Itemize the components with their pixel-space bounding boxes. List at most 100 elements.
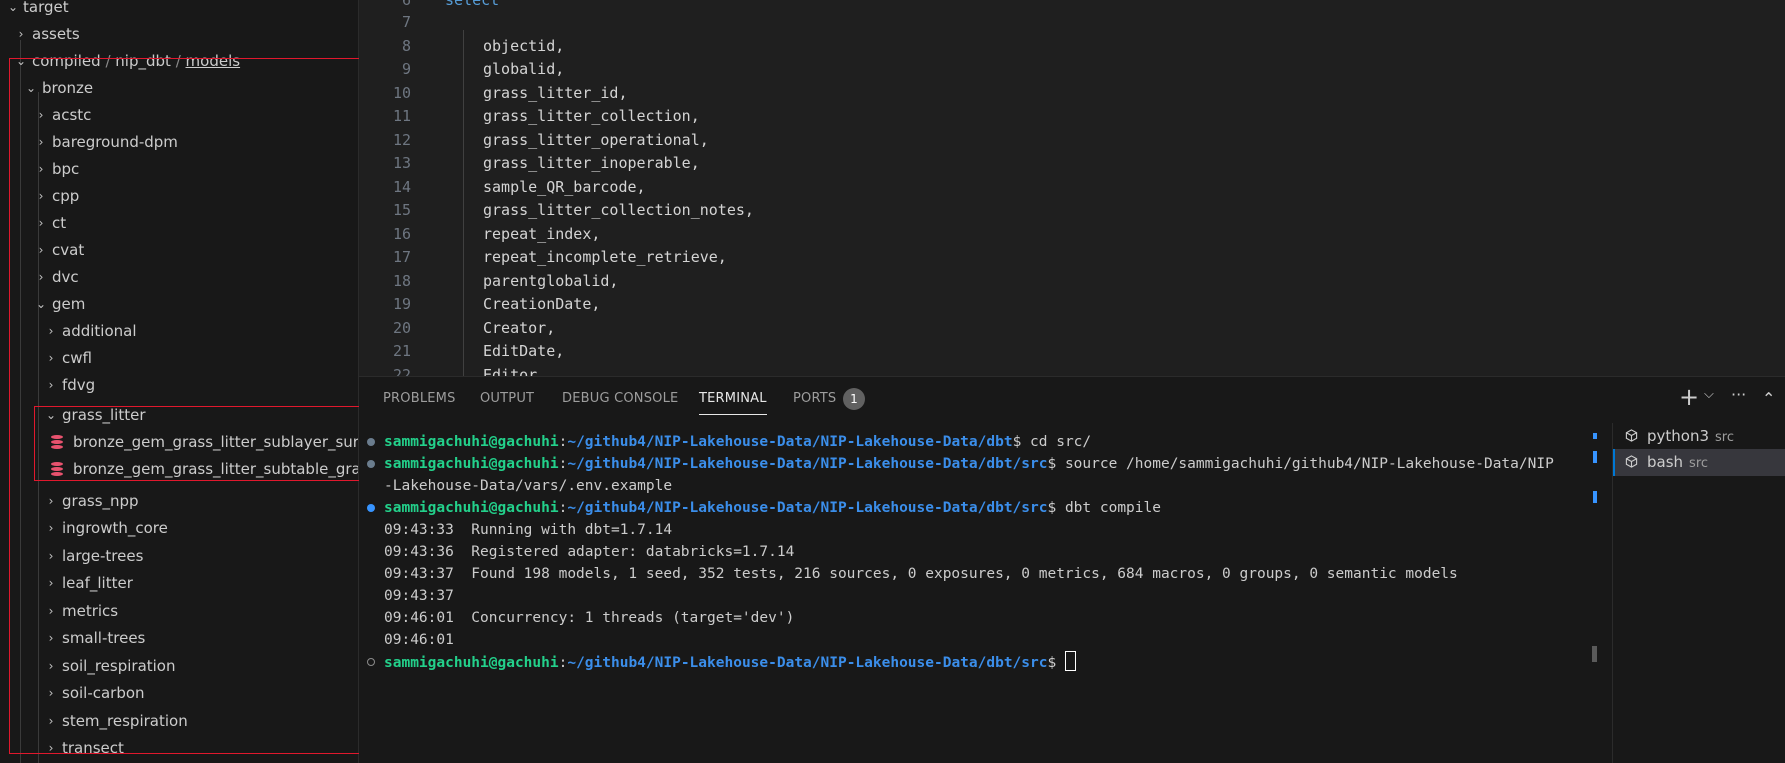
line-number: 19 bbox=[392, 295, 411, 313]
command-decoration-icon[interactable] bbox=[367, 438, 375, 446]
tree-item-sublayer-file[interactable]: bronze_gem_grass_litter_sublayer_sur... bbox=[0, 429, 358, 456]
terminal-command bbox=[1056, 655, 1065, 671]
tab-debug-console[interactable]: DEBUG CONSOLE bbox=[562, 391, 678, 406]
line-number: 22 bbox=[392, 366, 411, 377]
terminal-scrollbar[interactable] bbox=[1592, 646, 1597, 662]
tree-item-soil-carbon[interactable]: › soil-carbon bbox=[0, 680, 358, 707]
command-decoration-icon[interactable] bbox=[367, 460, 375, 468]
terminal-command: source /home/sammigachuhi/github4/NIP-La… bbox=[1056, 456, 1554, 472]
line-number: 7 bbox=[401, 13, 411, 31]
tree-item-fdvg[interactable]: › fdvg bbox=[0, 372, 358, 399]
panel-tab-bar: PROBLEMS OUTPUT DEBUG CONSOLE TERMINAL P… bbox=[359, 377, 1785, 423]
tree-item-stem-respiration[interactable]: › stem_respiration bbox=[0, 708, 358, 735]
new-terminal-button[interactable]: + bbox=[1679, 383, 1699, 411]
chevron-right-icon: › bbox=[48, 604, 54, 618]
chevron-right-icon: › bbox=[48, 659, 54, 673]
terminal-line: sammigachuhi@gachuhi:~/github4/NIP-Lakeh… bbox=[384, 651, 1076, 673]
chevron-right-icon: › bbox=[38, 216, 44, 230]
code-text: grass_litter_collection_notes, bbox=[483, 201, 754, 219]
terminal-cube-icon bbox=[1625, 455, 1638, 468]
tree-item-target[interactable]: ⌄ target bbox=[0, 0, 358, 21]
tree-item-cvat[interactable]: › cvat bbox=[0, 237, 358, 264]
tree-item-small-trees[interactable]: › small-trees bbox=[0, 625, 358, 652]
terminal-session-bash[interactable]: bash src bbox=[1613, 449, 1785, 476]
tab-terminal[interactable]: TERMINAL bbox=[699, 391, 767, 415]
line-number: 11 bbox=[392, 107, 411, 125]
chevron-down-icon: ⌄ bbox=[15, 54, 27, 68]
tree-item-metrics[interactable]: › metrics bbox=[0, 598, 358, 625]
chevron-right-icon: › bbox=[48, 576, 54, 590]
chevron-down-icon: ⌄ bbox=[35, 297, 47, 311]
path-segment-compiled: compiled bbox=[32, 52, 101, 70]
tree-item-ingrowth-core[interactable]: › ingrowth_core bbox=[0, 515, 358, 542]
terminal-line: 09:43:37 bbox=[384, 588, 454, 604]
chevron-right-icon: › bbox=[48, 686, 54, 700]
ports-count-badge: 1 bbox=[843, 388, 865, 410]
tree-item-cpp[interactable]: › cpp bbox=[0, 183, 358, 210]
tree-item-large-trees[interactable]: › large-trees bbox=[0, 543, 358, 570]
collapse-panel-button[interactable]: ⌃ bbox=[1762, 389, 1775, 408]
tree-item-transect[interactable]: › transect bbox=[0, 735, 358, 762]
prompt-user: sammigachuhi@gachuhi bbox=[384, 500, 559, 516]
tree-item-bronze[interactable]: ⌄ bronze bbox=[0, 75, 358, 102]
terminal-line: 09:46:01 bbox=[384, 632, 454, 648]
tree-item-cwfl[interactable]: › cwfl bbox=[0, 345, 358, 372]
tree-item-assets[interactable]: › assets bbox=[0, 21, 358, 48]
line-number: 14 bbox=[392, 178, 411, 196]
tree-item-dvc[interactable]: › dvc bbox=[0, 264, 358, 291]
path-separator: / bbox=[175, 52, 181, 70]
terminal-session-cwd: src bbox=[1689, 456, 1709, 471]
tree-item-soil-respiration[interactable]: › soil_respiration bbox=[0, 653, 358, 680]
tree-item-ct[interactable]: › ct bbox=[0, 210, 358, 237]
code-text: Editor, bbox=[483, 366, 547, 377]
chevron-right-icon: › bbox=[38, 243, 44, 257]
command-decoration-icon[interactable] bbox=[367, 658, 375, 666]
tab-ports[interactable]: PORTS bbox=[793, 391, 836, 406]
tree-item-grass-npp[interactable]: › grass_npp bbox=[0, 488, 358, 515]
more-actions-button[interactable]: ··· bbox=[1731, 385, 1746, 404]
scrollbar-marker bbox=[1593, 433, 1597, 439]
line-number: 9 bbox=[401, 60, 411, 78]
terminal-cube-icon bbox=[1625, 429, 1638, 442]
path-separator: / bbox=[105, 52, 111, 70]
code-text: grass_litter_collection, bbox=[483, 107, 700, 125]
terminal-line: sammigachuhi@gachuhi:~/github4/NIP-Lakeh… bbox=[384, 434, 1092, 450]
terminal-command: dbt compile bbox=[1056, 500, 1161, 516]
tab-problems[interactable]: PROBLEMS bbox=[383, 391, 456, 406]
chevron-right-icon: › bbox=[48, 351, 54, 365]
tree-item-grass-litter[interactable]: ⌄ grass_litter bbox=[0, 402, 358, 429]
code-text: sample_QR_barcode, bbox=[483, 178, 646, 196]
prompt-path: ~/github4/NIP-Lakehouse-Data/NIP-Lakehou… bbox=[567, 456, 1048, 472]
terminal-session-python3[interactable]: python3 src bbox=[1613, 423, 1785, 450]
tree-item-subtable-file[interactable]: bronze_gem_grass_litter_subtable_gra... bbox=[0, 456, 358, 483]
terminal-session-name: bash bbox=[1647, 453, 1684, 471]
terminal-line: 09:43:33 Running with dbt=1.7.14 bbox=[384, 522, 673, 538]
tree-item-acstc[interactable]: › acstc bbox=[0, 102, 358, 129]
chevron-right-icon: › bbox=[48, 631, 54, 645]
tree-item-compiled-models[interactable]: ⌄ compiled / nip_dbt / models bbox=[0, 48, 358, 75]
tree-item-bareground-dpm[interactable]: › bareground-dpm bbox=[0, 129, 358, 156]
line-number: 16 bbox=[392, 225, 411, 243]
chevron-right-icon: › bbox=[18, 27, 24, 41]
command-decoration-icon[interactable] bbox=[367, 504, 375, 512]
code-text: grass_litter_id, bbox=[483, 84, 628, 102]
database-icon bbox=[51, 435, 63, 449]
tree-item-additional[interactable]: › additional bbox=[0, 318, 358, 345]
code-text: grass_litter_inoperable, bbox=[483, 154, 700, 172]
tree-item-bpc[interactable]: › bpc bbox=[0, 156, 358, 183]
line-number: 8 bbox=[401, 37, 411, 55]
chevron-right-icon: › bbox=[38, 189, 44, 203]
code-editor[interactable]: 6 select 7 8 objectid, 9 globalid, 10 grass_… bbox=[359, 0, 1785, 377]
line-number: 20 bbox=[392, 319, 411, 337]
scrollbar-marker bbox=[1593, 451, 1597, 463]
chevron-right-icon: › bbox=[48, 378, 54, 392]
tree-item-leaf-litter[interactable]: › leaf_litter bbox=[0, 570, 358, 597]
scrollbar-marker bbox=[1593, 491, 1597, 503]
chevron-right-icon: › bbox=[48, 741, 54, 755]
tree-item-gem[interactable]: ⌄ gem bbox=[0, 291, 358, 318]
terminal-line: -Lakehouse-Data/vars/.env.example bbox=[384, 478, 673, 494]
tab-output[interactable]: OUTPUT bbox=[480, 391, 534, 406]
chevron-down-icon[interactable]: ⌵ bbox=[1704, 387, 1714, 402]
terminal-output[interactable]: sammigachuhi@gachuhi:~/github4/NIP-Lakeh… bbox=[359, 431, 1609, 761]
chevron-right-icon: › bbox=[48, 521, 54, 535]
